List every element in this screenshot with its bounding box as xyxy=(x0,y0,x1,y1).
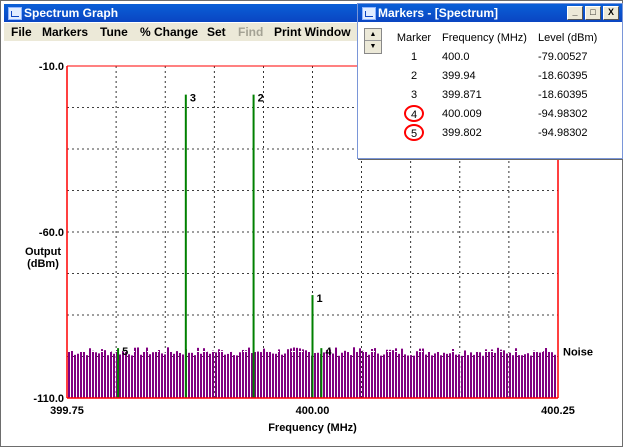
close-button[interactable]: X xyxy=(603,6,619,20)
marker-frequency: 399.94 xyxy=(442,69,476,82)
y-tick-label: -60.0 xyxy=(39,227,64,239)
table-row[interactable]: 4 400.009 -94.98302 xyxy=(386,104,608,123)
markers-title-bar[interactable]: Markers - [Spectrum] _ □ X xyxy=(358,4,622,22)
marker-number: 3 xyxy=(410,88,418,101)
marker-label: 5 xyxy=(122,346,128,358)
maximize-button[interactable]: □ xyxy=(585,6,601,20)
marker-frequency: 399.871 xyxy=(442,88,482,101)
marker-level: -94.98302 xyxy=(538,126,588,139)
menu-print-window[interactable]: Print Window xyxy=(274,25,351,39)
menu-markers[interactable]: Markers xyxy=(42,25,88,39)
x-tick-label: 400.00 xyxy=(296,405,330,417)
spin-up-icon[interactable]: ▲ xyxy=(365,29,381,41)
menu-bar: File Markers Tune % Change Set Find Prin… xyxy=(4,23,358,41)
marker-number: 2 xyxy=(410,69,418,82)
markers-window-title: Markers - [Spectrum] xyxy=(378,6,499,20)
column-marker: Marker xyxy=(396,31,432,44)
markers-window: Markers - [Spectrum] _ □ X ▲ ▼ Marker Fr… xyxy=(357,3,623,159)
marker-label: 3 xyxy=(190,93,196,105)
markers-window-icon xyxy=(362,7,376,20)
title-bar[interactable]: Spectrum Graph xyxy=(4,4,358,22)
marker-level: -94.98302 xyxy=(538,107,588,120)
spin-down-icon[interactable]: ▼ xyxy=(365,41,381,52)
app-icon xyxy=(8,7,22,20)
window-title: Spectrum Graph xyxy=(24,6,119,20)
marker-frequency: 400.0 xyxy=(442,50,470,63)
marker-level: -79.00527 xyxy=(538,50,588,63)
marker-number: 1 xyxy=(410,50,418,63)
table-row[interactable]: 3 399.871 -18.60395 xyxy=(386,85,608,104)
marker-level: -18.60395 xyxy=(538,88,588,101)
y-axis-label: Output (dBm) xyxy=(25,246,61,270)
marker-number-circled: 4 xyxy=(386,104,442,123)
marker-frequency: 400.009 xyxy=(442,107,482,120)
x-tick-label: 399.75 xyxy=(50,405,84,417)
marker-level: -18.60395 xyxy=(538,69,588,82)
x-tick-label: 400.25 xyxy=(541,405,575,417)
table-row[interactable]: 1 400.0 -79.00527 xyxy=(386,47,608,66)
column-level: Level (dBm) xyxy=(538,31,598,44)
marker-label: 4 xyxy=(325,346,332,358)
marker-frequency: 399.802 xyxy=(442,126,482,139)
y-tick-label: -10.0 xyxy=(39,61,64,73)
x-axis-label: Frequency (MHz) xyxy=(268,422,357,434)
noise-label: Noise xyxy=(563,347,593,359)
menu-tune[interactable]: Tune xyxy=(100,25,128,39)
minimize-button[interactable]: _ xyxy=(567,6,583,20)
table-row[interactable]: 2 399.94 -18.60395 xyxy=(386,66,608,85)
marker-number-circled: 5 xyxy=(386,123,442,142)
marker-label: 1 xyxy=(317,293,323,305)
menu-find: Find xyxy=(238,25,264,39)
marker-label: 2 xyxy=(258,93,264,105)
menu-file[interactable]: File xyxy=(11,25,32,39)
table-row[interactable]: 5 399.802 -94.98302 xyxy=(386,123,608,142)
markers-table: Marker Frequency (MHz) Level (dBm) 1 400… xyxy=(386,28,608,142)
menu-set[interactable]: Set xyxy=(207,25,226,39)
column-frequency: Frequency (MHz) xyxy=(442,31,527,44)
spectrum-graph-window: Spectrum Graph File Markers Tune % Chang… xyxy=(0,0,623,447)
y-tick-label: -110.0 xyxy=(33,393,64,405)
menu-percent-change[interactable]: % Change xyxy=(140,25,198,39)
marker-spinner[interactable]: ▲ ▼ xyxy=(364,28,382,54)
